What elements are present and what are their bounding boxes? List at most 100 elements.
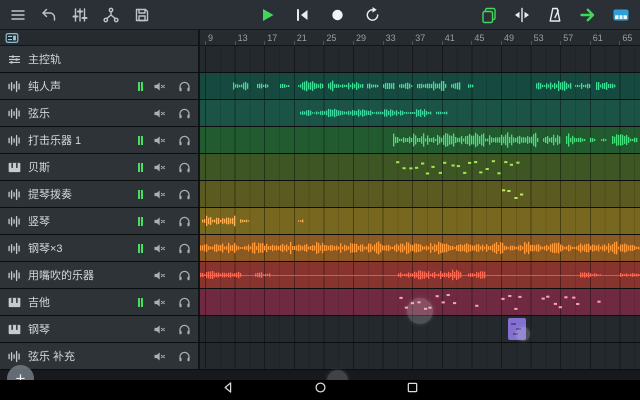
track-header[interactable]: 钢琴×3 (0, 235, 200, 261)
nav-recents-button[interactable] (405, 380, 420, 400)
track-header[interactable]: 用嘴吹的乐器 (0, 262, 200, 288)
nav-home-button[interactable] (313, 380, 328, 400)
mute-button[interactable] (150, 241, 169, 256)
midi-notes-clip[interactable] (500, 185, 524, 203)
audio-clip[interactable] (468, 266, 486, 284)
menu-icon[interactable] (9, 6, 27, 24)
midi-notes-clip[interactable] (398, 293, 460, 311)
solo-button[interactable] (175, 322, 194, 337)
loop-icon[interactable] (364, 6, 382, 24)
solo-button[interactable] (175, 106, 194, 121)
mute-button[interactable] (150, 295, 169, 310)
solo-button[interactable] (175, 241, 194, 256)
metronome-icon[interactable] (546, 6, 564, 24)
track-lane[interactable] (200, 208, 640, 234)
track-header[interactable]: 弦乐 补充 (0, 343, 200, 369)
mute-button[interactable] (150, 322, 169, 337)
track-lane[interactable] (200, 343, 640, 369)
solo-button[interactable] (175, 187, 194, 202)
solo-button[interactable] (175, 214, 194, 229)
copy-icon[interactable] (480, 6, 498, 24)
track-lane[interactable] (200, 262, 640, 288)
track-header[interactable]: 提琴拨奏 (0, 181, 200, 207)
audio-clip[interactable] (575, 77, 592, 95)
mute-button[interactable] (150, 133, 169, 148)
audio-clip[interactable] (367, 77, 380, 95)
record-icon[interactable] (329, 6, 347, 24)
track-lane[interactable] (200, 46, 640, 72)
solo-button[interactable] (175, 268, 194, 283)
midi-notes-clip[interactable] (595, 293, 603, 311)
trim-icon[interactable] (513, 6, 531, 24)
play-icon[interactable] (259, 6, 277, 24)
track-header[interactable]: 吉他 (0, 289, 200, 315)
forward-arrow-icon[interactable] (579, 6, 597, 24)
audio-clip[interactable] (328, 77, 364, 95)
save-icon[interactable] (133, 6, 151, 24)
tracklist-icon[interactable] (5, 31, 19, 45)
mute-button[interactable] (150, 160, 169, 175)
audio-clip[interactable] (298, 212, 305, 230)
midi-notes-clip[interactable] (475, 293, 485, 311)
audio-clip[interactable] (399, 77, 413, 95)
solo-button[interactable] (175, 79, 194, 94)
audio-clip[interactable] (590, 131, 597, 149)
audio-clip[interactable] (468, 77, 475, 95)
audio-clip[interactable] (417, 77, 447, 95)
solo-button[interactable] (175, 349, 194, 364)
routing-icon[interactable] (102, 6, 120, 24)
track-header[interactable]: 纯人声 (0, 73, 200, 99)
audio-clip[interactable] (580, 266, 602, 284)
timeline-ruler[interactable]: 91317212529333741454953576165 (200, 30, 640, 46)
audio-clip[interactable] (383, 77, 396, 95)
audio-clip[interactable] (255, 266, 271, 284)
midi-notes-clip[interactable] (500, 293, 526, 311)
undo-icon[interactable] (40, 6, 58, 24)
track-header[interactable]: 打击乐器 1 (0, 127, 200, 153)
keyboard-icon[interactable] (612, 6, 630, 24)
audio-clip[interactable] (601, 131, 607, 149)
audio-clip[interactable] (620, 266, 640, 284)
audio-clip[interactable] (398, 266, 462, 284)
mute-button[interactable] (150, 79, 169, 94)
audio-clip[interactable] (298, 77, 324, 95)
solo-button[interactable] (175, 160, 194, 175)
track-header[interactable]: 贝斯 (0, 154, 200, 180)
track-lane[interactable] (200, 289, 640, 315)
midi-notes-clip[interactable] (540, 293, 584, 311)
audio-clip[interactable] (451, 77, 462, 95)
audio-clip[interactable] (436, 104, 448, 122)
mute-button[interactable] (150, 349, 169, 364)
audio-clip[interactable] (200, 239, 640, 257)
track-header[interactable]: 主控轨 (0, 46, 200, 72)
mute-button[interactable] (150, 106, 169, 121)
track-lane[interactable] (200, 100, 640, 126)
mixer-icon[interactable] (71, 6, 89, 24)
audio-clip[interactable] (257, 77, 270, 95)
audio-clip[interactable] (233, 77, 249, 95)
solo-button[interactable] (175, 133, 194, 148)
track-lane[interactable] (200, 73, 640, 99)
track-header[interactable]: 弦乐 (0, 100, 200, 126)
solo-button[interactable] (175, 295, 194, 310)
track-lane[interactable] (200, 316, 640, 342)
mute-button[interactable] (150, 214, 169, 229)
track-lane[interactable] (200, 154, 640, 180)
audio-clip[interactable] (202, 212, 236, 230)
audio-clip[interactable] (280, 77, 290, 95)
track-lane[interactable] (200, 235, 640, 261)
track-header[interactable]: 竖琴 (0, 208, 200, 234)
audio-clip[interactable] (536, 77, 572, 95)
nav-back-button[interactable] (221, 380, 236, 400)
track-header[interactable]: 钢琴 (0, 316, 200, 342)
midi-clip[interactable] (508, 318, 526, 340)
audio-clip[interactable] (393, 131, 539, 149)
skip-start-icon[interactable] (294, 6, 312, 24)
audio-clip[interactable] (566, 131, 586, 149)
audio-clip[interactable] (543, 131, 562, 149)
audio-clip[interactable] (596, 77, 616, 95)
audio-clip[interactable] (200, 266, 242, 284)
audio-clip[interactable] (240, 212, 251, 230)
midi-notes-clip[interactable] (395, 158, 521, 176)
audio-clip[interactable] (300, 104, 432, 122)
